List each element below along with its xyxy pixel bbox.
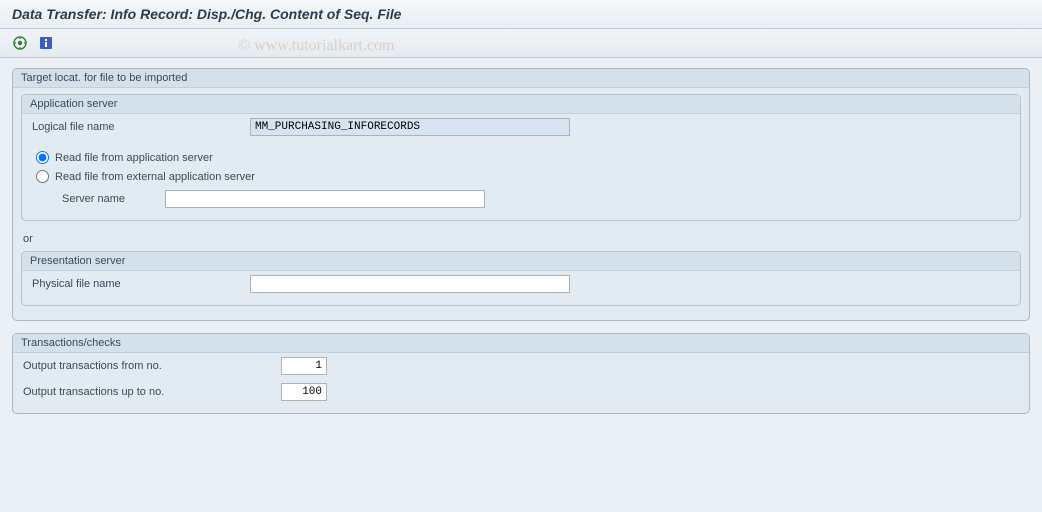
server-name-row: Server name	[22, 186, 1020, 212]
radio-external-server[interactable]	[36, 170, 49, 183]
logical-file-row: Logical file name	[22, 114, 1020, 140]
application-server-title: Application server	[22, 95, 1020, 114]
radio-row-1: Read file from application server	[22, 148, 1020, 167]
transactions-checks-group: Transactions/checks Output transactions …	[12, 333, 1030, 414]
from-no-row: Output transactions from no.	[13, 353, 1029, 379]
radio-app-server[interactable]	[36, 151, 49, 164]
target-location-group: Target locat. for file to be imported Ap…	[12, 68, 1030, 321]
or-text: or	[13, 227, 1029, 251]
presentation-server-group: Presentation server Physical file name	[21, 251, 1021, 306]
transactions-checks-title: Transactions/checks	[13, 334, 1029, 353]
physical-file-label: Physical file name	[32, 278, 242, 290]
from-no-input[interactable]	[281, 357, 327, 375]
to-no-input[interactable]	[281, 383, 327, 401]
radio-row-2: Read file from external application serv…	[22, 167, 1020, 186]
application-server-group: Application server Logical file name Rea…	[21, 94, 1021, 221]
radio-external-server-label: Read file from external application serv…	[55, 171, 255, 183]
content-area: Target locat. for file to be imported Ap…	[0, 58, 1042, 436]
server-name-input[interactable]	[165, 190, 485, 208]
logical-file-input[interactable]	[250, 118, 570, 136]
title-bar: Data Transfer: Info Record: Disp./Chg. C…	[0, 0, 1042, 29]
from-no-label: Output transactions from no.	[23, 360, 273, 372]
toolbar: © www.tutorialkart.com	[0, 29, 1042, 58]
page-title: Data Transfer: Info Record: Disp./Chg. C…	[12, 6, 1030, 22]
target-location-title: Target locat. for file to be imported	[13, 69, 1029, 88]
to-no-label: Output transactions up to no.	[23, 386, 273, 398]
radio-app-server-label: Read file from application server	[55, 152, 213, 164]
physical-file-row: Physical file name	[22, 271, 1020, 297]
info-button[interactable]	[36, 33, 56, 53]
physical-file-input[interactable]	[250, 275, 570, 293]
logical-file-label: Logical file name	[32, 121, 242, 133]
presentation-server-title: Presentation server	[22, 252, 1020, 271]
to-no-row: Output transactions up to no.	[13, 379, 1029, 405]
server-name-label: Server name	[62, 193, 157, 205]
watermark: © www.tutorialkart.com	[238, 37, 394, 55]
execute-button[interactable]	[10, 33, 30, 53]
